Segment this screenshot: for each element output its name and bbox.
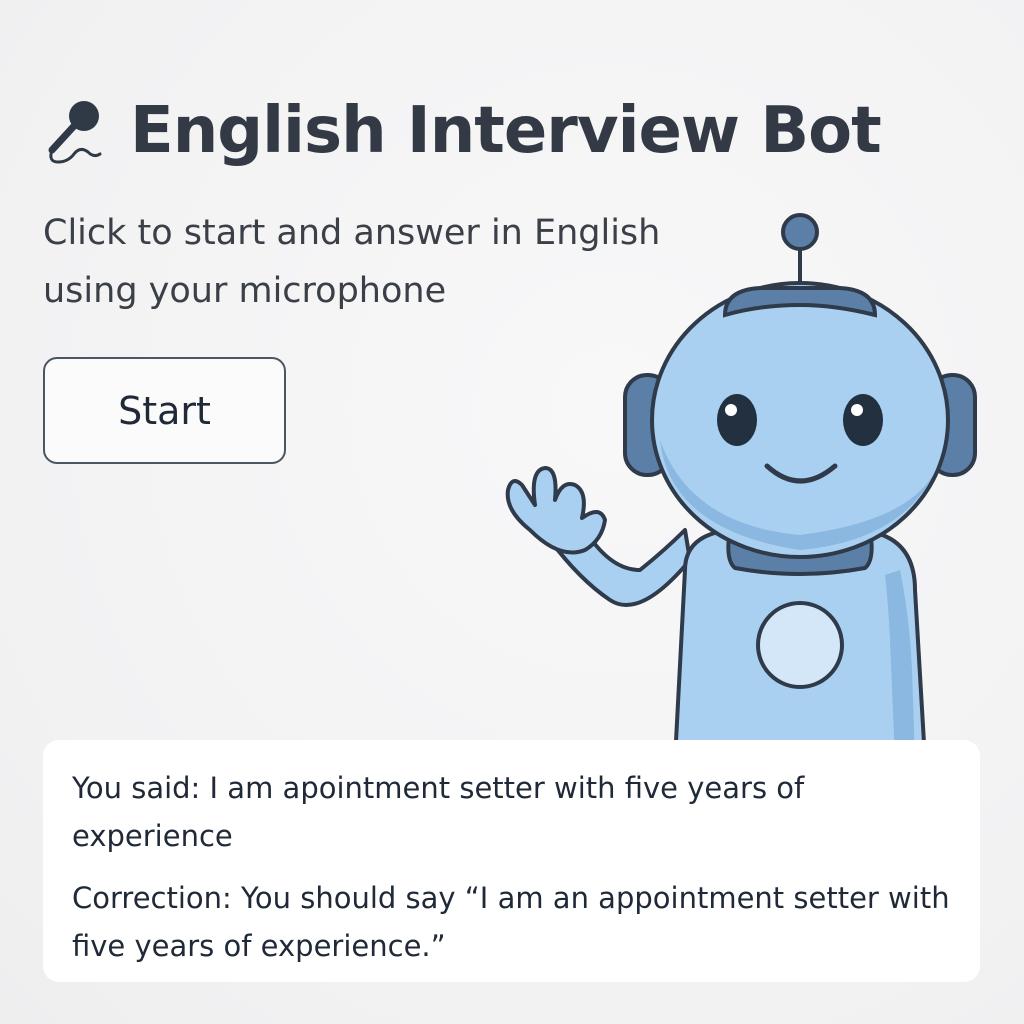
robot-eye-right [843, 394, 883, 446]
robot-hand [505, 466, 607, 555]
robot-head [650, 281, 950, 559]
start-button[interactable]: Start [43, 357, 286, 464]
correction-text: Correction: You should say “I am an appo… [72, 881, 950, 963]
robot-antenna-tip [781, 213, 819, 251]
microphone-icon [48, 101, 102, 164]
robot-eye-left [717, 394, 757, 446]
page-title: English Interview Bot [130, 94, 882, 168]
you-said-text: You said: I am apointment setter with fi… [72, 771, 805, 853]
robot-chest-light [756, 601, 844, 689]
header: English Interview Bot [44, 94, 882, 168]
robot-illustration [505, 213, 977, 760]
app-page: English Interview Bot Click to start and… [0, 0, 1024, 1024]
transcript-card: You said: I am apointment setter with fi… [43, 740, 980, 982]
